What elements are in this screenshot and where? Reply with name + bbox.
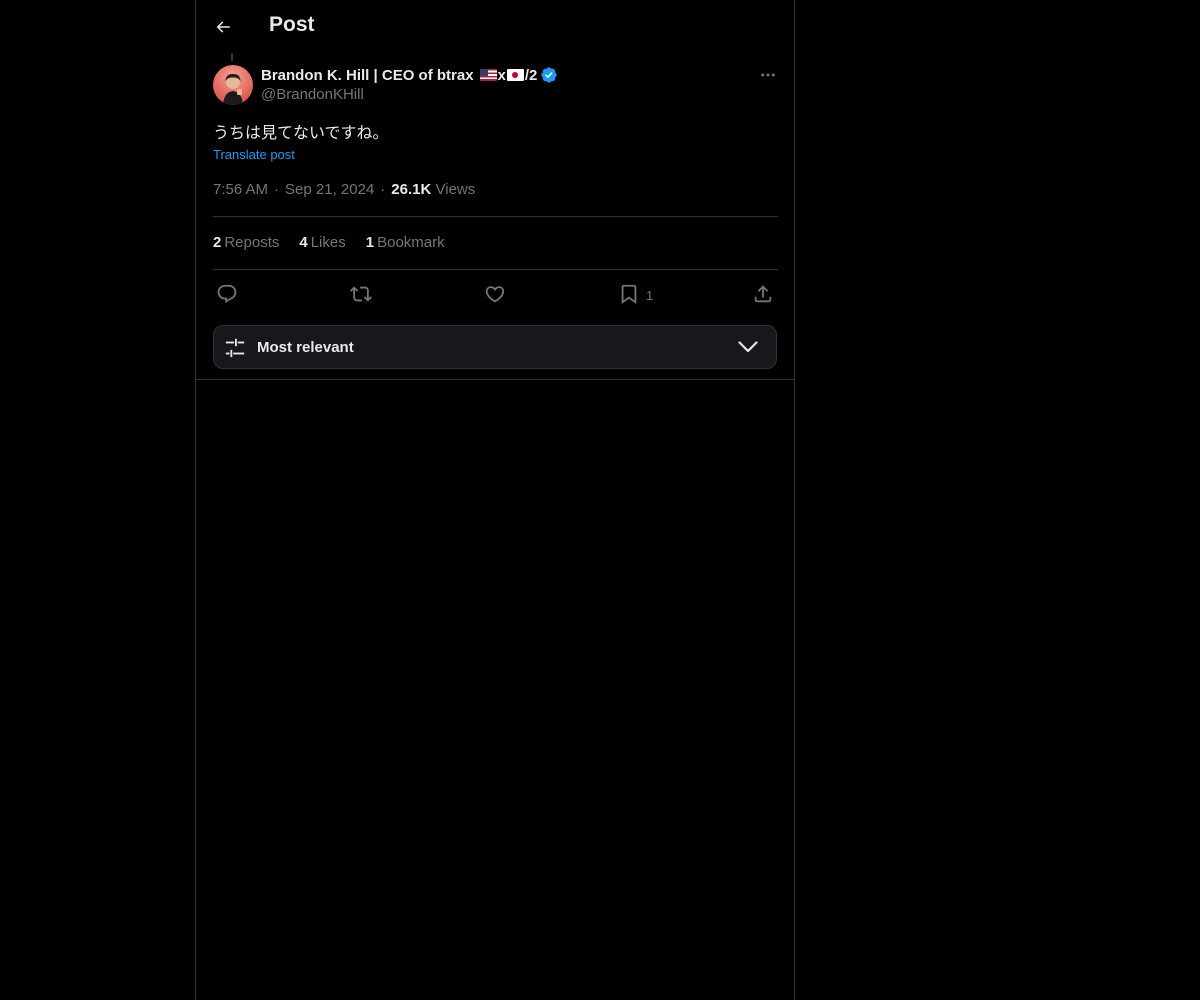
chevron-down-icon: [738, 341, 758, 353]
repost-button[interactable]: [350, 282, 372, 306]
reposts-label: Reposts: [224, 234, 280, 251]
thread-connector-line: [231, 53, 233, 61]
meta-separator: ·: [380, 181, 386, 198]
sliders-icon: [225, 338, 245, 358]
section-divider: [196, 379, 794, 380]
repost-icon: [350, 286, 372, 302]
post-text: うちは見てないですね。: [213, 123, 389, 142]
author-handle[interactable]: @BrandonKHill: [261, 86, 364, 103]
reply-icon: [217, 284, 237, 303]
engagement-stats: 2 Reposts 4 Likes 1 Bookmark: [213, 234, 465, 251]
user-avatar: [213, 65, 253, 105]
post-time[interactable]: 7:56 AM: [213, 181, 268, 198]
reply-button[interactable]: [216, 282, 238, 306]
views-count: 26.1K: [391, 181, 432, 198]
page-title: Post: [269, 13, 315, 36]
bookmark-button[interactable]: 1: [618, 282, 653, 306]
reposts-stat[interactable]: 2 Reposts: [213, 234, 279, 251]
author-name-row[interactable]: Brandon K. Hill | CEO of btrax x /2: [261, 65, 558, 85]
author-avatar[interactable]: [213, 65, 253, 105]
author-name-x: x: [497, 66, 506, 84]
translate-post-link[interactable]: Translate post: [213, 147, 295, 162]
divider: [213, 216, 778, 217]
likes-label: Likes: [310, 234, 346, 251]
meta-separator: ·: [274, 181, 280, 198]
bookmark-icon: [621, 284, 637, 305]
author-name-suffix: /2: [524, 66, 538, 84]
author-display-name: Brandon K. Hill | CEO of btrax: [261, 66, 474, 84]
likes-count: 4: [299, 234, 308, 251]
verified-badge-icon: [541, 67, 558, 83]
back-button[interactable]: [210, 14, 236, 40]
post-meta: 7:56 AM · Sep 21, 2024 · 26.1K Views: [213, 181, 475, 198]
likes-stat[interactable]: 4 Likes: [299, 234, 345, 251]
arrow-left-icon: [216, 21, 230, 33]
post-detail-column: Post Brandon K. Hill | CEO of btrax x /2: [195, 0, 795, 1000]
flag-jp-icon: [506, 69, 524, 81]
share-button[interactable]: [752, 282, 774, 306]
heart-icon: [485, 286, 505, 303]
flag-us-icon: [479, 69, 497, 81]
views-label: Views: [435, 181, 476, 198]
page-header: Post: [196, 0, 794, 53]
sort-label: Most relevant: [257, 339, 354, 356]
like-button[interactable]: [484, 282, 506, 306]
bookmarks-stat[interactable]: 1 Bookmark: [366, 234, 445, 251]
replies-sort-dropdown[interactable]: Most relevant: [213, 325, 777, 369]
bookmarks-label: Bookmark: [377, 234, 445, 251]
divider: [213, 269, 778, 270]
more-dots-icon: [761, 73, 775, 77]
post-date[interactable]: Sep 21, 2024: [285, 181, 374, 198]
bookmark-count: 1: [646, 288, 654, 303]
bookmarks-count: 1: [365, 234, 375, 251]
reposts-count: 2: [213, 234, 222, 251]
share-icon: [754, 285, 772, 303]
more-options-button[interactable]: [756, 64, 780, 86]
